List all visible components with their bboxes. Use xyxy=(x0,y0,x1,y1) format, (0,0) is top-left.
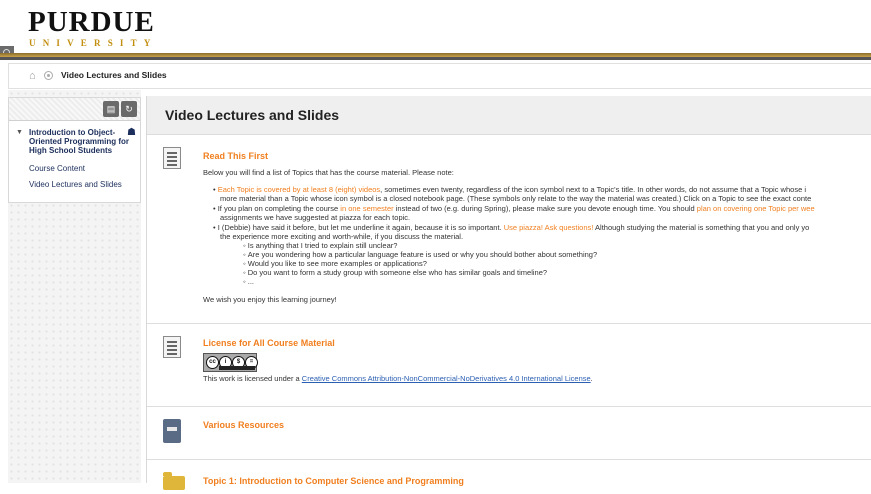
sidebar-item-course-content[interactable]: Course Content xyxy=(29,164,85,173)
sub-bullet: ◦ Would you like to see more examples or… xyxy=(243,259,427,268)
site-header: PURDUE UNIVERSITY xyxy=(0,0,871,58)
content-item-read-this-first: Read This First Below you will find a li… xyxy=(147,135,871,324)
bullet-2-text-b: instead of two (e.g. during Spring), ple… xyxy=(393,204,697,213)
bullet-2-highlight: in one semester xyxy=(340,204,394,213)
content-item-various-resources: Various Resources xyxy=(147,407,871,460)
bullet-2-highlight-2: plan on covering one Topic per wee xyxy=(696,204,815,213)
sub-bullet: ◦ ... xyxy=(243,277,255,286)
bullet-2: • If you plan on completing the course i… xyxy=(213,204,815,213)
folder-view-icon[interactable]: ▤ xyxy=(103,101,119,117)
bullet-1-text: , sometimes even twenty, regardless of t… xyxy=(380,185,806,194)
course-menu-toolbar: ▤ ↻ xyxy=(9,98,140,121)
sub-bullet: ◦ Do you want to form a study group with… xyxy=(243,268,548,277)
sub-bullet: ◦ Are you wondering how a particular lan… xyxy=(243,250,598,259)
breadcrumb-menu-icon[interactable] xyxy=(44,71,53,80)
item-closing-text: We wish you enjoy this learning journey! xyxy=(203,295,337,304)
breadcrumb-current: Video Lectures and Slides xyxy=(61,70,167,80)
breadcrumb: ⌂ Video Lectures and Slides xyxy=(8,63,871,89)
document-icon xyxy=(163,147,185,171)
item-title[interactable]: Topic 1: Introduction to Computer Scienc… xyxy=(203,476,464,486)
content-item-license: License for All Course Material cc i $ =… xyxy=(147,324,871,407)
page-title: Video Lectures and Slides xyxy=(165,107,340,123)
course-menu: ▤ ↻ ▼ Introduction to Object-Oriented Pr… xyxy=(8,97,141,203)
home-icon[interactable]: ⌂ xyxy=(29,70,36,82)
collapse-caret-icon[interactable]: ▼ xyxy=(16,129,23,136)
course-home-icon[interactable]: ☗ xyxy=(127,127,136,138)
bullet-1: • Each Topic is covered by at least 8 (e… xyxy=(213,185,806,194)
document-icon xyxy=(163,336,185,360)
creative-commons-badge-icon[interactable]: cc i $ = xyxy=(203,353,258,372)
license-link[interactable]: Creative Commons Attribution-NonCommerci… xyxy=(302,374,591,383)
item-title[interactable]: Various Resources xyxy=(203,420,284,430)
bullet-2-text-a: If you plan on completing the course xyxy=(217,204,341,213)
refresh-icon[interactable]: ↻ xyxy=(121,101,137,117)
bullet-3-line-2: the experience more exciting and worth-w… xyxy=(220,232,464,241)
bullet-1-line-2: more material than a Topic whose icon sy… xyxy=(220,194,812,203)
folder-icon xyxy=(163,470,185,494)
bullet-3-text-a: I (Debbie) have said it before, but let … xyxy=(217,223,504,232)
sidebar-item-video-lectures[interactable]: Video Lectures and Slides xyxy=(29,180,122,189)
bullet-3-text-b: Although studying the material is someth… xyxy=(593,223,810,232)
course-title[interactable]: Introduction to Object-Oriented Programm… xyxy=(29,128,129,155)
content-item-topic-1: Topic 1: Introduction to Computer Scienc… xyxy=(147,460,871,490)
item-intro-text: Below you will find a list of Topics tha… xyxy=(203,168,454,177)
bullet-1-highlight: Each Topic is covered by at least 8 (eig… xyxy=(217,185,381,194)
sub-bullet: ◦ Is anything that I tried to explain st… xyxy=(243,241,398,250)
book-icon xyxy=(163,419,185,443)
item-title[interactable]: License for All Course Material xyxy=(203,338,335,348)
item-title[interactable]: Read This First xyxy=(203,151,268,161)
main-content: Video Lectures and Slides Read This Firs… xyxy=(146,96,871,490)
header-dark-bar xyxy=(0,57,871,60)
license-text: This work is licensed under a Creative C… xyxy=(203,374,593,383)
bullet-2-line-2: assignments we have suggested at piazza … xyxy=(220,213,411,222)
bullet-3-highlight: Use piazza! Ask questions! xyxy=(503,223,594,232)
page-title-bar: Video Lectures and Slides xyxy=(147,96,871,135)
purdue-logo[interactable]: PURDUE xyxy=(28,6,155,39)
purdue-logo-subtitle: UNIVERSITY xyxy=(29,38,158,48)
bullet-3: • I (Debbie) have said it before, but le… xyxy=(213,223,810,232)
